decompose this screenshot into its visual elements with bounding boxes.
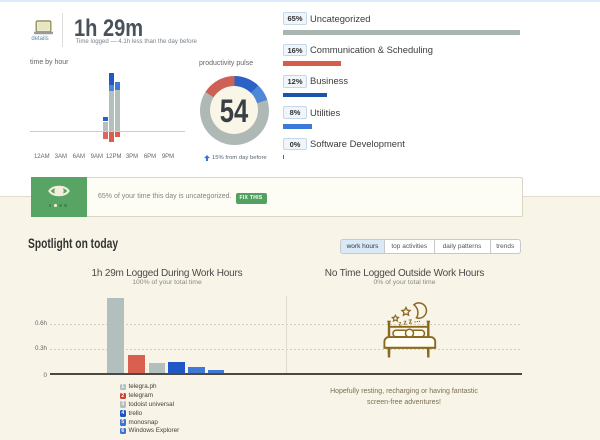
svg-text:z: z — [408, 316, 413, 325]
svg-text:z: z — [403, 318, 408, 326]
svg-text:...: ... — [413, 315, 421, 325]
svg-text:z: z — [398, 320, 402, 327]
